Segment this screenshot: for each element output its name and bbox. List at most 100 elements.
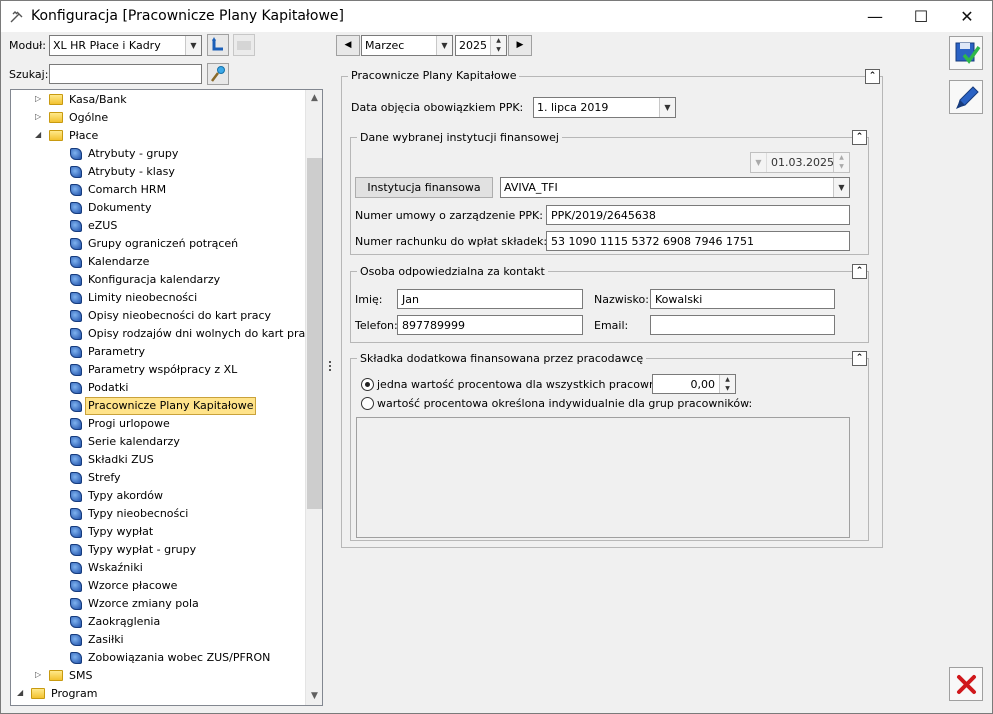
year-stepper[interactable]: 2025 ▲ ▼	[455, 35, 507, 56]
percent-value: 0,00	[690, 378, 716, 391]
module-select[interactable]: XL HR Płace i Kadry ▼	[49, 35, 202, 56]
radio-per-group[interactable]	[361, 397, 374, 410]
tree-item[interactable]: Atrybuty - klasy	[11, 163, 306, 181]
tree-item[interactable]: Typy akordów	[11, 487, 306, 505]
expand-icon[interactable]: ▷	[35, 670, 45, 679]
next-month-button[interactable]: ▶	[508, 35, 532, 56]
save-button[interactable]	[949, 36, 983, 70]
groups-grid[interactable]	[356, 417, 850, 538]
scroll-down-icon[interactable]: ▼	[306, 688, 322, 705]
prev-month-button[interactable]: ◀	[336, 35, 360, 56]
collapse-contact-button[interactable]: ⌃	[852, 264, 867, 279]
institution-date-field[interactable]: ▼ 01.03.2025 ▲ ▼	[750, 152, 850, 173]
contract-label: Numer umowy o zarządzenie PPK:	[355, 209, 543, 222]
tree-item[interactable]: Podatki	[11, 379, 306, 397]
config-item-icon	[70, 184, 82, 196]
institution-select[interactable]: AVIVA_TFI ▼	[500, 177, 850, 198]
last-name-field[interactable]: Kowalski	[650, 289, 835, 309]
tree-item[interactable]: Comarch HRM	[11, 181, 306, 199]
tree-item[interactable]: Grupy ograniczeń potrąceń	[11, 235, 306, 253]
tree-item[interactable]: Serie kalendarzy	[11, 433, 306, 451]
tree-scrollbar[interactable]: ▲ ▼	[305, 90, 322, 705]
radio-groups-label: wartość procentowa określona indywidualn…	[377, 397, 753, 410]
first-name-field[interactable]: Jan	[397, 289, 583, 309]
start-date-select[interactable]: 1. lipca 2019 ▼	[533, 97, 676, 118]
maximize-button[interactable]: ☐	[898, 1, 944, 32]
tree-item[interactable]: Parametry	[11, 343, 306, 361]
phone-field[interactable]: 897789999	[397, 315, 583, 335]
spin-up-icon[interactable]: ▲	[833, 153, 849, 162]
tree-item[interactable]: Konfiguracja kalendarzy	[11, 271, 306, 289]
search-button[interactable]	[207, 63, 229, 85]
close-window-button[interactable]: ✕	[944, 1, 990, 32]
spin-down-icon[interactable]: ▼	[719, 384, 735, 393]
tree-item[interactable]: Zobowiązania wobec ZUS/PFRON	[11, 649, 306, 667]
expand-icon[interactable]: ▷	[35, 112, 45, 121]
chevron-down-icon[interactable]: ▼	[833, 178, 849, 197]
tree-item[interactable]: Parametry współpracy z XL	[11, 361, 306, 379]
config-tree[interactable]: ▷ Kasa/Bank ▷ Ogólne ◢ Płace Atrybuty - grupy A…	[10, 89, 323, 706]
tree-item[interactable]: Pracownicze Plany Kapitałowe	[11, 397, 306, 415]
cancel-button[interactable]	[949, 667, 983, 701]
tree-item[interactable]: Typy wypłat	[11, 523, 306, 541]
spin-down-icon[interactable]: ▼	[490, 45, 506, 55]
module-action-button[interactable]	[233, 34, 255, 56]
splitter-handle[interactable]	[328, 361, 332, 375]
tree-item[interactable]: Zaokrąglenia	[11, 613, 306, 631]
config-window: Konfiguracja [Pracownicze Plany Kapitało…	[0, 0, 993, 714]
tree-item[interactable]: Typy wypłat - grupy	[11, 541, 306, 559]
tree-item[interactable]: Opisy nieobecności do kart pracy	[11, 307, 306, 325]
collapse-icon[interactable]: ◢	[35, 130, 45, 139]
tree-item[interactable]: ▷ Kasa/Bank	[11, 91, 306, 109]
tree-item[interactable]: Opisy rodzajów dni wolnych do kart pracy	[11, 325, 318, 343]
tree-item[interactable]: Zasiłki	[11, 631, 306, 649]
tree-item[interactable]: ◢ Program	[11, 685, 306, 703]
account-field[interactable]: 53 1090 1115 5372 6908 7946 1751	[546, 231, 850, 251]
tree-item[interactable]: Kalendarze	[11, 253, 306, 271]
search-input[interactable]	[49, 64, 202, 84]
institution-button[interactable]: Instytucja finansowa	[355, 177, 493, 198]
contract-field[interactable]: PPK/2019/2645638	[546, 205, 850, 225]
expand-icon[interactable]: ▷	[35, 94, 45, 103]
phone-label: Telefon:	[355, 319, 398, 332]
collapse-institution-button[interactable]: ⌃	[852, 130, 867, 145]
percent-stepper[interactable]: 0,00 ▲ ▼	[652, 374, 736, 394]
tree-item[interactable]: Atrybuty - grupy	[11, 145, 306, 163]
tree-item[interactable]: Strefy	[11, 469, 306, 487]
scroll-up-icon[interactable]: ▲	[306, 90, 322, 107]
spin-up-icon[interactable]: ▲	[490, 36, 506, 45]
month-select[interactable]: Marzec ▼	[361, 35, 453, 56]
tree-item[interactable]: Wzorce zmiany pola	[11, 595, 306, 613]
tree-item[interactable]: eZUS	[11, 217, 306, 235]
edit-button[interactable]	[949, 80, 983, 114]
tree-item-label: Typy wypłat - grupy	[88, 543, 197, 556]
collapse-ppk-button[interactable]: ⌃	[865, 69, 880, 84]
config-item-icon	[70, 256, 82, 268]
tree-item[interactable]: ▷ SMS	[11, 667, 306, 685]
scroll-thumb[interactable]	[307, 158, 322, 509]
chevron-down-icon[interactable]: ▼	[659, 98, 675, 117]
config-item-icon	[70, 166, 82, 178]
tree-item[interactable]: Wzorce płacowe	[11, 577, 306, 595]
chevron-down-icon[interactable]: ▼	[185, 36, 201, 55]
chevron-down-icon[interactable]: ▼	[436, 36, 452, 55]
email-field[interactable]	[650, 315, 835, 335]
spin-up-icon[interactable]: ▲	[719, 375, 735, 384]
collapse-extra-button[interactable]: ⌃	[852, 351, 867, 366]
spin-down-icon[interactable]: ▼	[833, 162, 849, 172]
tree-item[interactable]: Wskaźniki	[11, 559, 306, 577]
tree-item[interactable]: ▷ Ogólne	[11, 109, 306, 127]
chevron-down-icon[interactable]: ▼	[751, 153, 767, 172]
radio-all-employees[interactable]	[361, 378, 374, 391]
tree-item[interactable]: Składki ZUS	[11, 451, 306, 469]
refresh-button[interactable]	[207, 34, 229, 56]
collapse-icon[interactable]: ◢	[17, 688, 27, 697]
folder-icon	[49, 94, 63, 105]
tree-item[interactable]: Progi urlopowe	[11, 415, 306, 433]
tree-item[interactable]: Dokumenty	[11, 199, 306, 217]
minimize-button[interactable]: —	[852, 1, 898, 32]
tree-item[interactable]: Typy nieobecności	[11, 505, 306, 523]
tree-item[interactable]: Limity nieobecności	[11, 289, 306, 307]
tree-item[interactable]: ◢ Płace	[11, 127, 306, 145]
tree-item-label: Kasa/Bank	[69, 93, 127, 106]
